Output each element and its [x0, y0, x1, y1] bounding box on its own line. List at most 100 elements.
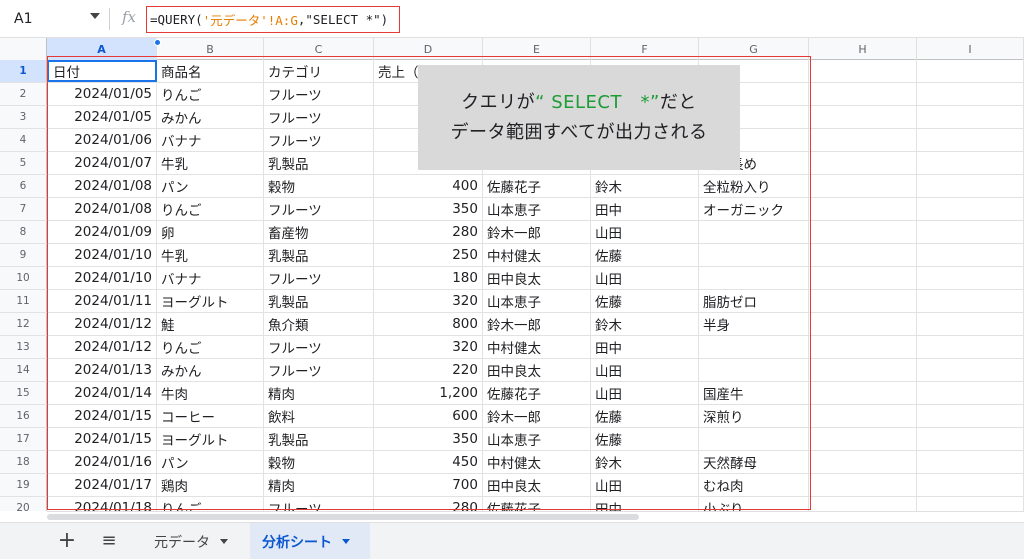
cell-g[interactable]: [699, 244, 809, 266]
cell-h[interactable]: [809, 129, 917, 151]
cell-f[interactable]: 鈴木: [591, 175, 699, 197]
cell-b[interactable]: みかん: [157, 106, 264, 128]
column-header-a[interactable]: A: [47, 38, 157, 60]
cell-c[interactable]: フルーツ: [264, 336, 374, 358]
cell-b[interactable]: みかん: [157, 359, 264, 381]
cell-e[interactable]: 鈴木一郎: [483, 313, 591, 335]
cell-i[interactable]: [917, 129, 1024, 151]
cell-b[interactable]: パン: [157, 451, 264, 473]
cell-f[interactable]: 山田: [591, 221, 699, 243]
cell-i[interactable]: [917, 198, 1024, 220]
column-header-b[interactable]: B: [157, 38, 264, 60]
cell-i[interactable]: [917, 405, 1024, 427]
all-sheets-menu-icon[interactable]: ≡: [97, 528, 121, 554]
row-header[interactable]: 9: [0, 244, 47, 266]
cell-i[interactable]: [917, 267, 1024, 289]
cell-b[interactable]: りんご: [157, 336, 264, 358]
cell-h[interactable]: [809, 474, 917, 496]
row-header[interactable]: 10: [0, 267, 47, 289]
row-header[interactable]: 13: [0, 336, 47, 358]
cell-f[interactable]: 山田: [591, 267, 699, 289]
cell-a[interactable]: 2024/01/05: [47, 106, 157, 128]
cell-e[interactable]: 中村健太: [483, 244, 591, 266]
cell-i[interactable]: [917, 106, 1024, 128]
cell-i[interactable]: [917, 336, 1024, 358]
column-header-c[interactable]: C: [264, 38, 374, 60]
cell-a[interactable]: 2024/01/06: [47, 129, 157, 151]
cell-f[interactable]: 鈴木: [591, 313, 699, 335]
chevron-down-icon[interactable]: [220, 539, 228, 544]
cell-d[interactable]: 220: [374, 359, 483, 381]
cell-a[interactable]: 2024/01/10: [47, 267, 157, 289]
cell-f[interactable]: 佐藤: [591, 405, 699, 427]
cell-i[interactable]: [917, 244, 1024, 266]
cell-d[interactable]: 700: [374, 474, 483, 496]
cell-b[interactable]: ヨーグルト: [157, 290, 264, 312]
formula-input[interactable]: =QUERY('元データ'!A:G, "SELECT *"): [146, 6, 400, 33]
cell-h[interactable]: [809, 60, 917, 82]
chevron-down-icon[interactable]: [90, 13, 100, 19]
row-header[interactable]: 2: [0, 83, 47, 105]
row-header[interactable]: 15: [0, 382, 47, 404]
cell-h[interactable]: [809, 359, 917, 381]
cell-i[interactable]: [917, 290, 1024, 312]
fill-handle[interactable]: [154, 39, 161, 46]
cell-g[interactable]: 半身: [699, 313, 809, 335]
name-box[interactable]: A1: [0, 0, 108, 38]
row-header[interactable]: 16: [0, 405, 47, 427]
row-header[interactable]: 1: [0, 60, 47, 82]
cell-i[interactable]: [917, 451, 1024, 473]
cell-f[interactable]: 山田: [591, 359, 699, 381]
column-header-d[interactable]: D: [374, 38, 483, 60]
row-header[interactable]: 17: [0, 428, 47, 450]
cell-i[interactable]: [917, 313, 1024, 335]
chevron-down-icon[interactable]: [342, 539, 350, 544]
cell-b[interactable]: パン: [157, 175, 264, 197]
cell-c[interactable]: フルーツ: [264, 359, 374, 381]
cell-h[interactable]: [809, 428, 917, 450]
cell-c[interactable]: 精肉: [264, 474, 374, 496]
cell-a[interactable]: 2024/01/08: [47, 175, 157, 197]
cell-f[interactable]: 田中: [591, 198, 699, 220]
cell-a[interactable]: 日付: [47, 60, 157, 82]
cell-h[interactable]: [809, 83, 917, 105]
column-header-f[interactable]: F: [591, 38, 699, 60]
cell-a[interactable]: 2024/01/11: [47, 290, 157, 312]
cell-g[interactable]: [699, 336, 809, 358]
cell-h[interactable]: [809, 106, 917, 128]
cell-h[interactable]: [809, 336, 917, 358]
cell-h[interactable]: [809, 152, 917, 174]
cell-c[interactable]: 乳製品: [264, 428, 374, 450]
cell-e[interactable]: 鈴木一郎: [483, 221, 591, 243]
cell-f[interactable]: 佐藤: [591, 244, 699, 266]
cell-a[interactable]: 2024/01/12: [47, 313, 157, 335]
column-header-e[interactable]: E: [483, 38, 591, 60]
cell-a[interactable]: 2024/01/07: [47, 152, 157, 174]
cell-i[interactable]: [917, 359, 1024, 381]
cell-i[interactable]: [917, 175, 1024, 197]
cell-f[interactable]: 佐藤: [591, 290, 699, 312]
cell-g[interactable]: 深煎り: [699, 405, 809, 427]
cell-c[interactable]: フルーツ: [264, 198, 374, 220]
cell-g[interactable]: [699, 428, 809, 450]
row-header[interactable]: 8: [0, 221, 47, 243]
cell-d[interactable]: 400: [374, 175, 483, 197]
cell-b[interactable]: りんご: [157, 497, 264, 511]
cell-f[interactable]: 佐藤: [591, 428, 699, 450]
cell-g[interactable]: オーガニック: [699, 198, 809, 220]
cell-h[interactable]: [809, 290, 917, 312]
cell-g[interactable]: 全粒粉入り: [699, 175, 809, 197]
column-header-i[interactable]: I: [917, 38, 1024, 60]
cell-e[interactable]: 田中良太: [483, 359, 591, 381]
cell-h[interactable]: [809, 244, 917, 266]
cell-b[interactable]: バナナ: [157, 129, 264, 151]
cell-b[interactable]: コーヒー: [157, 405, 264, 427]
cell-h[interactable]: [809, 267, 917, 289]
cell-f[interactable]: 鈴木: [591, 451, 699, 473]
cell-i[interactable]: [917, 382, 1024, 404]
cell-d[interactable]: 320: [374, 290, 483, 312]
cell-d[interactable]: 250: [374, 244, 483, 266]
cell-i[interactable]: [917, 60, 1024, 82]
cell-c[interactable]: フルーツ: [264, 267, 374, 289]
scrollbar-thumb[interactable]: [47, 514, 639, 520]
